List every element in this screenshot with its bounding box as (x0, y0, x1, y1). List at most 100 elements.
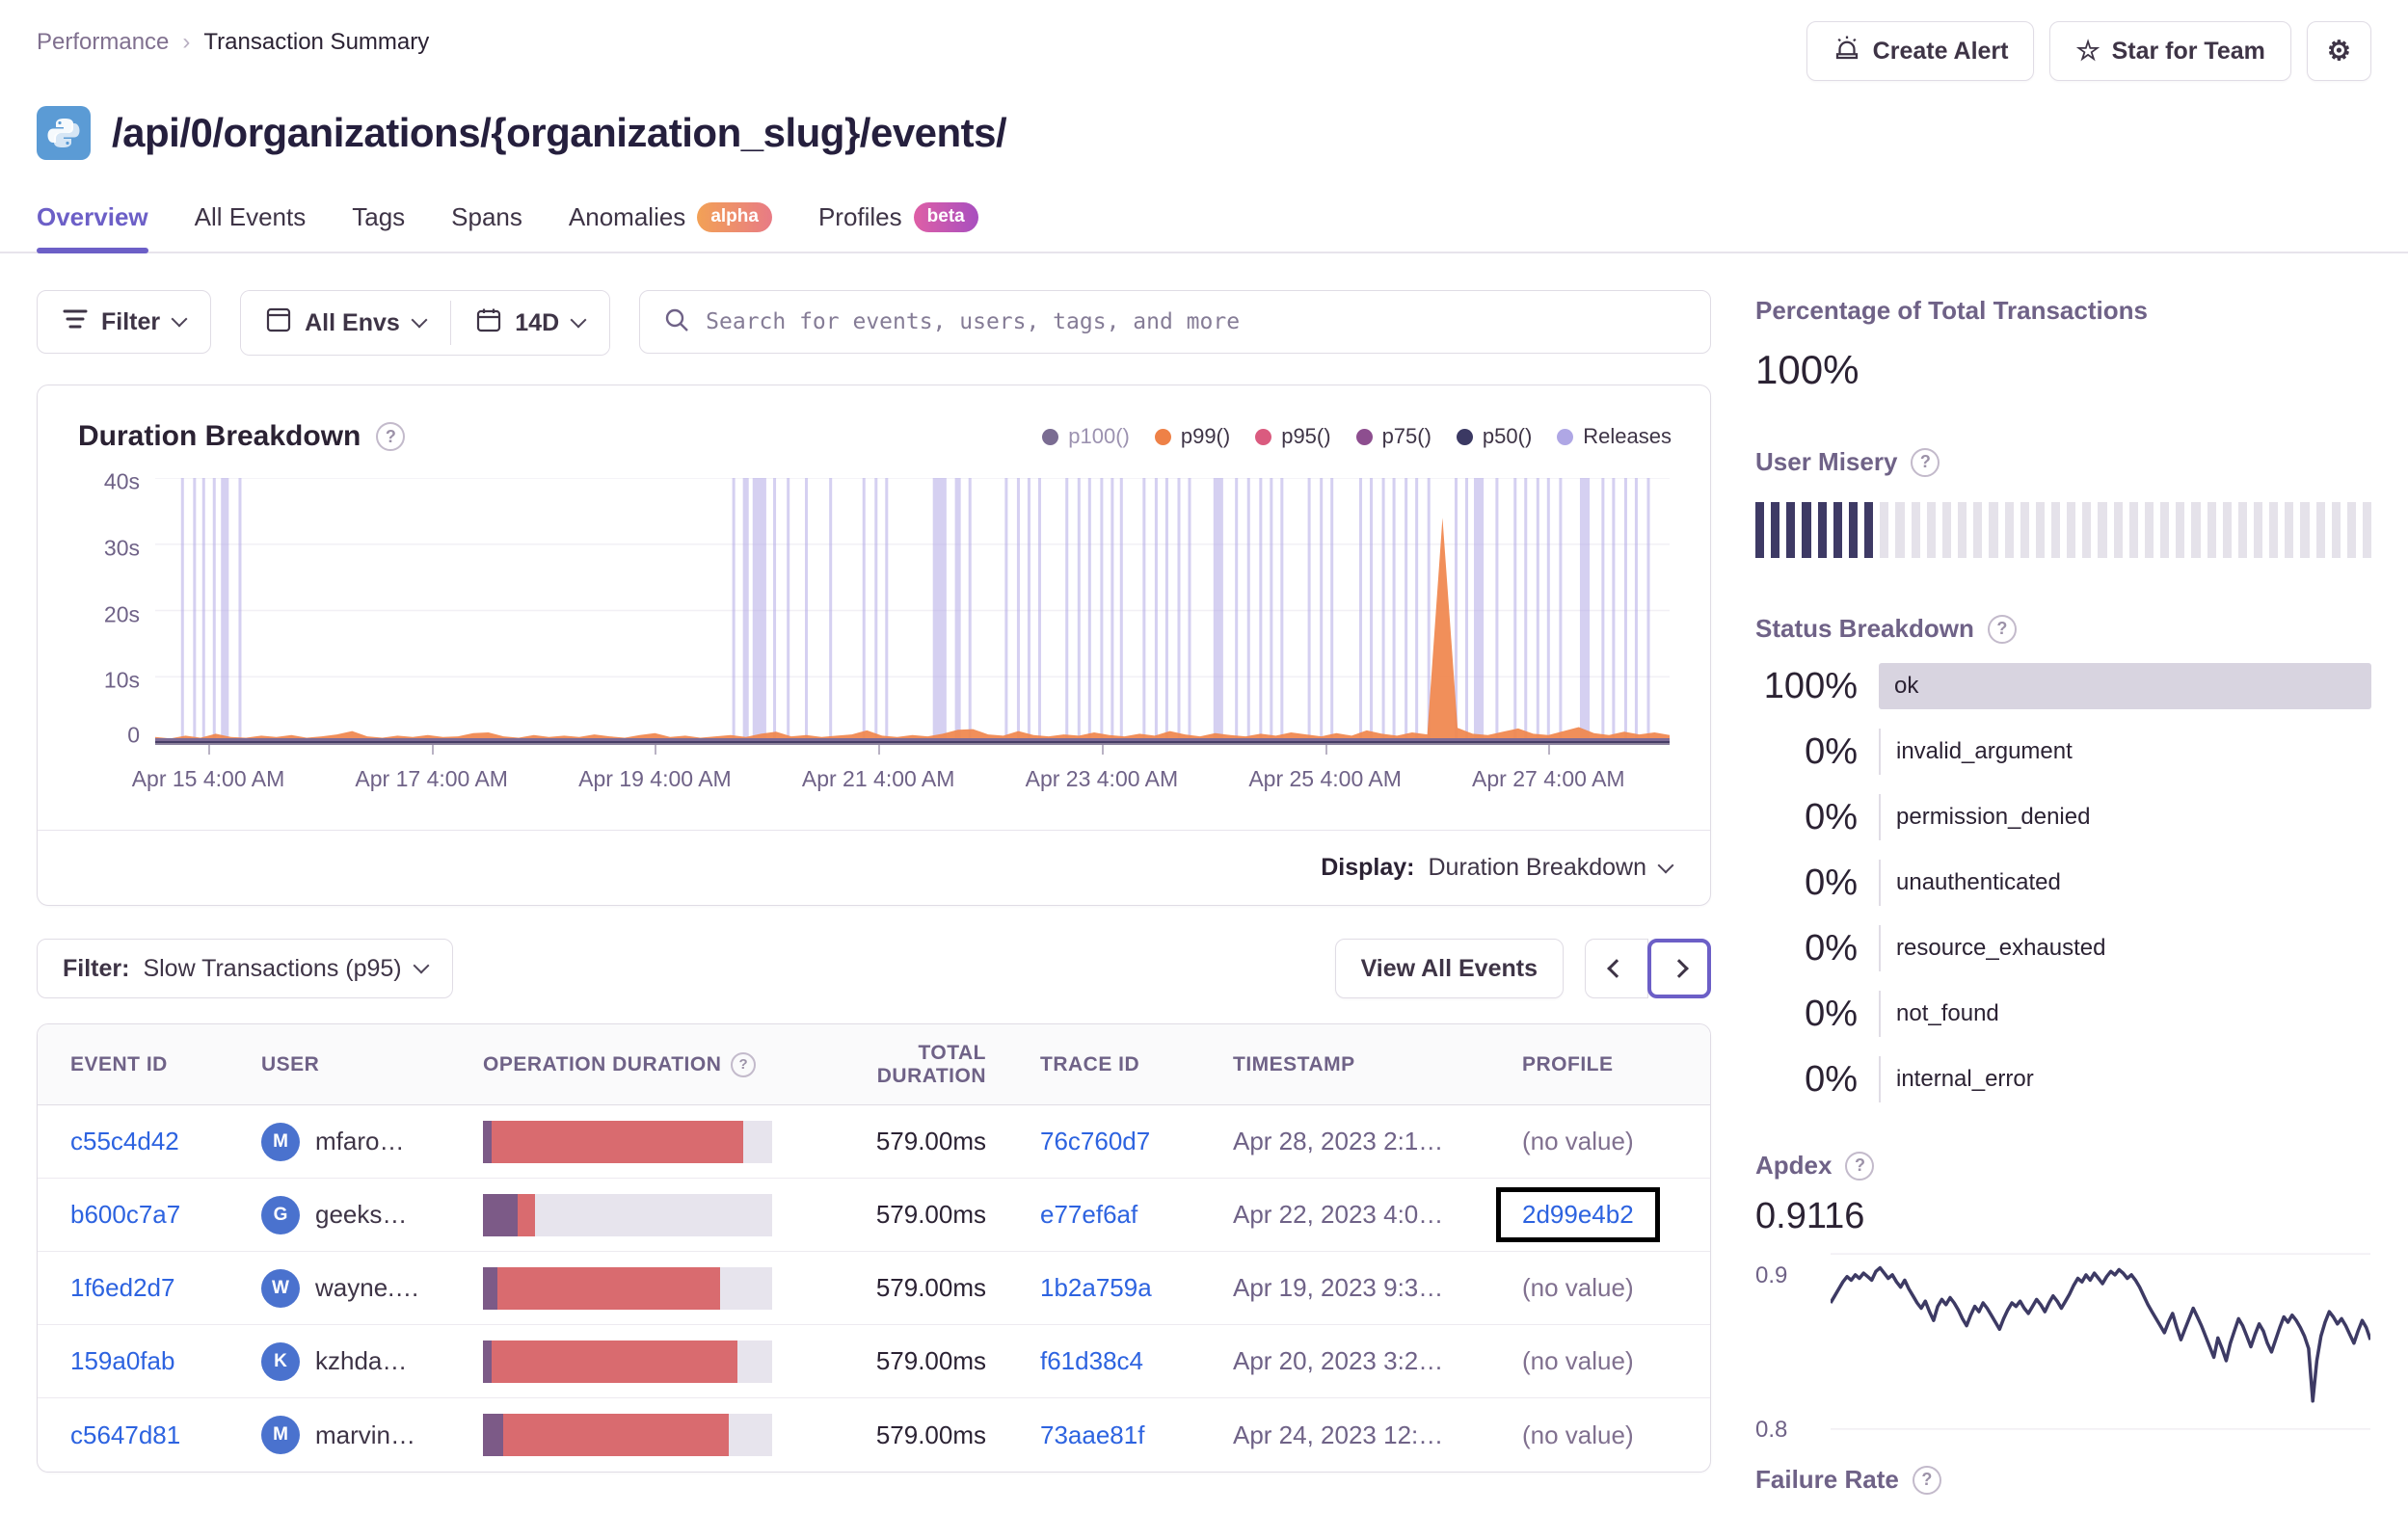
breadcrumb-performance[interactable]: Performance (37, 29, 169, 56)
misery-bar (1786, 502, 1796, 558)
settings-button[interactable]: ⚙ (2306, 21, 2371, 81)
event-id-link[interactable]: b600c7a7 (70, 1200, 180, 1229)
tab-profiles[interactable]: Profiles beta (818, 202, 978, 252)
trace-id-cell: f61d38c4 (1040, 1346, 1233, 1376)
transactions-filter-dropdown[interactable]: Filter: Slow Transactions (p95) (37, 939, 453, 998)
misery-bar (1958, 502, 1967, 558)
help-icon[interactable]: ? (731, 1051, 757, 1077)
tab-label: Profiles (817, 202, 902, 231)
display-row: Display: Duration Breakdown (38, 830, 1710, 905)
status-name: permission_denied (1879, 794, 2371, 840)
event-id-link[interactable]: 1f6ed2d7 (70, 1273, 174, 1302)
gear-icon: ⚙ (2326, 36, 2351, 66)
misery-bar (2269, 502, 2279, 558)
trace-id-link[interactable]: 1b2a759a (1040, 1273, 1152, 1302)
help-icon[interactable]: ? (1911, 447, 1940, 477)
status-bar-zone: ok (1879, 663, 2371, 709)
status-percent: 0% (1805, 730, 1858, 772)
x-tick-label: Apr 23 4:00 AM (1025, 766, 1179, 791)
x-tick-label: Apr 21 4:00 AM (801, 766, 955, 791)
star-for-team-button[interactable]: ☆ Star for Team (2049, 21, 2291, 81)
misery-bar (1755, 502, 1765, 558)
breadcrumb-current: Transaction Summary (203, 29, 430, 55)
user-cell: Mmarvin… (261, 1416, 483, 1454)
event-id-link[interactable]: c5647d81 (70, 1420, 180, 1449)
event-id-cell: 159a0fab (70, 1346, 261, 1376)
breadcrumb-separator: › (182, 29, 191, 55)
event-id-cell: 1f6ed2d7 (70, 1273, 261, 1303)
help-icon[interactable]: ? (1912, 1465, 1941, 1495)
x-tick-label: Apr 17 4:00 AM (355, 766, 508, 791)
view-all-events-button[interactable]: View All Events (1334, 939, 1564, 998)
legend-item-p100[interactable]: p100() (1042, 424, 1130, 449)
chart-title: Duration Breakdown ? (78, 420, 406, 453)
previous-page-button[interactable] (1585, 939, 1648, 998)
search-input[interactable] (706, 309, 1687, 334)
tab-overview[interactable]: Overview (37, 202, 148, 253)
legend-item-p99[interactable]: p99() (1154, 424, 1230, 449)
misery-bar (2346, 502, 2357, 558)
misery-bar (2207, 502, 2216, 558)
tab-bar: Overview All Events Tags Spans Anomalies alph… (0, 202, 2408, 253)
apdex-chart[interactable]: 0.9 0.8 (1755, 1245, 2371, 1443)
op-segment-red (492, 1340, 737, 1383)
date-range-dropdown[interactable]: 14D (451, 291, 610, 355)
next-page-button[interactable] (1647, 939, 1711, 998)
x-tick (878, 745, 881, 755)
op-segment-purple (483, 1266, 497, 1310)
profile-link[interactable]: 2d99e4b2 (1522, 1200, 1634, 1229)
legend-item-p95[interactable]: p95() (1255, 424, 1331, 449)
y-tick-label: 20s (103, 601, 140, 626)
chevron-left-icon (1607, 959, 1626, 978)
legend-label: p50() (1482, 424, 1533, 448)
column-header-trace-id: TRACE ID (1040, 1052, 1140, 1075)
search-icon (663, 306, 690, 338)
duration-chart[interactable]: 0 10s 20s 30s 40s Apr 15 4:00 AM Apr 17 4:00 … (78, 469, 1671, 805)
help-icon[interactable]: ? (1987, 614, 2017, 644)
help-icon[interactable]: ? (1845, 1151, 1875, 1181)
profile-cell: (no value) (1522, 1273, 1710, 1303)
total-duration-cell: 579.00ms (875, 1200, 986, 1229)
legend-label: p95() (1281, 424, 1331, 448)
legend-item-p50[interactable]: p50() (1456, 424, 1533, 449)
status-name: unauthenticated (1879, 860, 2371, 906)
misery-bar (1771, 502, 1780, 558)
x-tick-label: Apr 27 4:00 AM (1472, 766, 1625, 791)
event-id-link[interactable]: c55c4d42 (70, 1127, 179, 1155)
user-misery-label: User Misery ? (1755, 447, 2371, 477)
help-icon[interactable]: ? (376, 422, 406, 451)
trace-id-link[interactable]: 76c760d7 (1040, 1127, 1150, 1155)
tab-anomalies[interactable]: Anomalies alpha (569, 202, 772, 252)
misery-bar (1926, 502, 1936, 558)
misery-bar (2176, 502, 2185, 558)
misery-bar (1941, 502, 1952, 558)
table-row: c55c4d42 Mmfaro… 579.00ms 76c760d7 Apr 28, 2… (38, 1105, 1710, 1179)
tab-all-events[interactable]: All Events (195, 202, 307, 252)
environment-dropdown[interactable]: All Envs (241, 291, 450, 355)
create-alert-button[interactable]: Create Alert (1806, 21, 2035, 81)
tab-tags[interactable]: Tags (352, 202, 405, 252)
tab-spans[interactable]: Spans (451, 202, 522, 252)
op-segment-purple (483, 1340, 492, 1383)
trace-id-link[interactable]: f61d38c4 (1040, 1346, 1143, 1375)
filter-dropdown[interactable]: Filter (37, 290, 212, 354)
misery-bar (2191, 502, 2201, 558)
status-bar-zone: not_found (1879, 991, 2371, 1037)
column-header-event-id: EVENT ID (70, 1052, 168, 1075)
beta-badge: beta (913, 202, 978, 232)
event-id-link[interactable]: 159a0fab (70, 1346, 174, 1375)
ptt-label: Percentage of Total Transactions (1755, 296, 2148, 325)
trace-id-link[interactable]: 73aae81f (1040, 1420, 1144, 1449)
title-row: /api/0/organizations/{organization_slug}… (37, 106, 2371, 160)
user-name: kzhda… (315, 1346, 408, 1375)
legend-item-p75[interactable]: p75() (1355, 424, 1431, 449)
trace-id-link[interactable]: e77ef6af (1040, 1200, 1137, 1229)
misery-bar (2020, 502, 2029, 558)
alpha-badge: alpha (697, 202, 772, 232)
legend-item-Releases[interactable]: Releases (1557, 424, 1672, 449)
op-segment-purple (483, 1120, 492, 1163)
misery-bar (2082, 502, 2092, 558)
search-bar (639, 290, 1711, 354)
status-name: resource_exhausted (1879, 925, 2371, 971)
display-select[interactable]: Duration Breakdown (1428, 854, 1674, 882)
